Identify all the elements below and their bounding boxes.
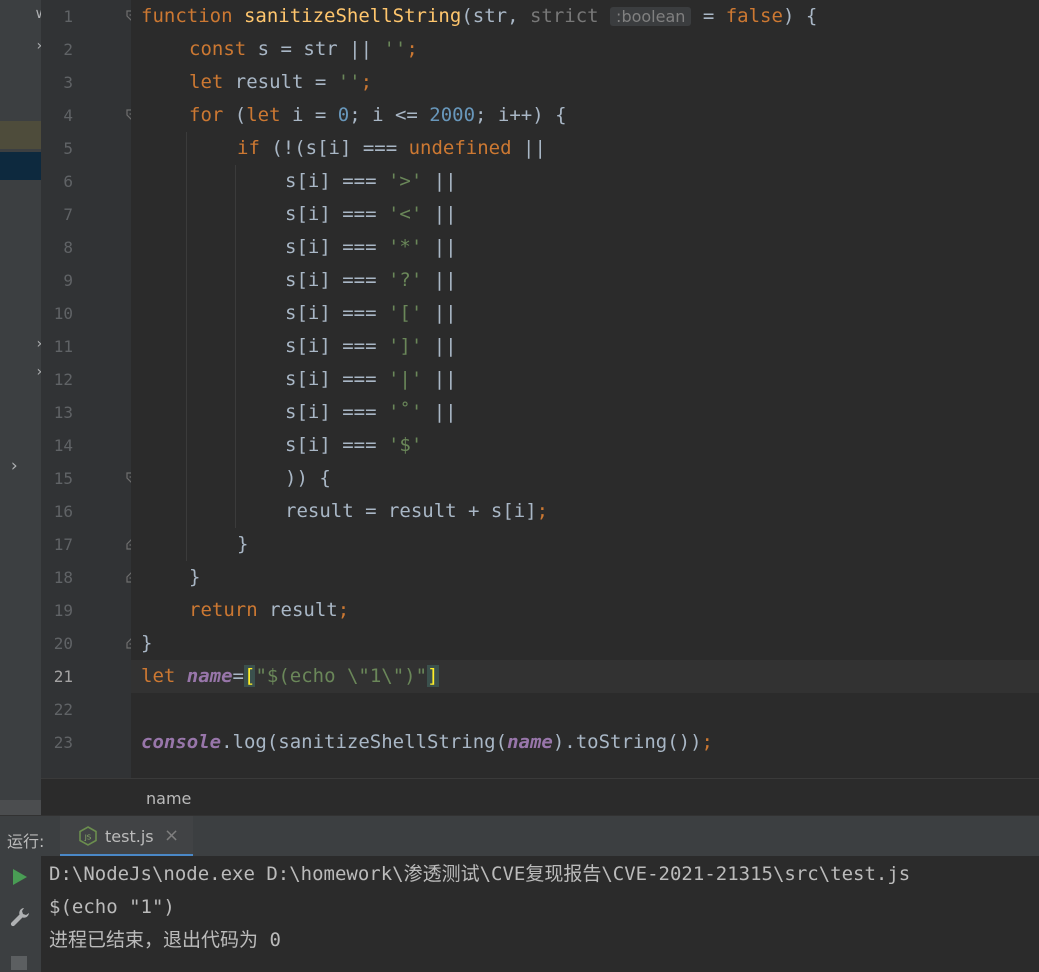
run-play-icon[interactable] (11, 867, 29, 891)
breadcrumb-bar: name (41, 778, 1039, 816)
nodejs-icon: JS (78, 826, 98, 850)
line-number: 5 (63, 139, 73, 158)
run-toolbar (0, 856, 41, 972)
bracket-match: [ (244, 665, 256, 687)
code-line-14: s[i] === '$' (285, 434, 423, 456)
code-line-12: s[i] === '|' || (285, 368, 457, 390)
code-line-20: } (141, 632, 153, 654)
code-line-17: } (237, 533, 249, 555)
code-line-15: )) { (285, 467, 331, 489)
line-number: 15 (53, 469, 73, 488)
code-line-10: s[i] === '[' || (285, 302, 457, 324)
expand-icon[interactable]: › (9, 456, 19, 476)
stop-icon[interactable] (11, 956, 27, 970)
project-tool-strip: ∨ › › › › (0, 0, 43, 815)
code-line-4: for (let i = 0; i <= 2000; i++) { (189, 104, 567, 126)
tab-test-js[interactable]: JS test.js × (60, 816, 193, 857)
code-line-13: s[i] === '˚' || (285, 401, 457, 423)
line-number: 20 (53, 634, 73, 653)
code-line-11: s[i] === ']' || (285, 335, 457, 357)
line-number: 9 (63, 271, 73, 290)
horizontal-scrollbar[interactable] (0, 800, 41, 815)
code-line-18: } (189, 566, 201, 588)
tree-selection (0, 152, 41, 180)
code-line-5: if (!(s[i] === undefined || (237, 137, 546, 159)
svg-text:JS: JS (84, 834, 92, 842)
type-hint: :boolean (610, 7, 692, 26)
code-line-21: let name=["$(echo \"1\")"] (141, 665, 439, 687)
code-line-7: s[i] === '<' || (285, 203, 457, 225)
editor-gutter: 1 2 3 4 5 6 7 8 9 10 11 12 13 14 15 16 17 18 19 20 21 22 23 (41, 0, 138, 778)
console-line: $(echo "1") (49, 896, 175, 918)
code-line-8: s[i] === '*' || (285, 236, 457, 258)
bracket-match: ] (427, 665, 439, 687)
line-number: 12 (53, 370, 73, 389)
code-line-9: s[i] === '?' || (285, 269, 457, 291)
line-number: 23 (53, 733, 73, 752)
line-number: 7 (63, 205, 73, 224)
console-line: 进程已结束，退出代码为 0 (49, 929, 281, 951)
breadcrumb-item[interactable]: name (146, 789, 191, 808)
line-number: 6 (63, 172, 73, 191)
console-output[interactable]: D:\NodeJs\node.exe D:\homework\渗透测试\CVE复… (41, 856, 1039, 972)
line-number: 8 (63, 238, 73, 257)
run-label: 运行: (7, 832, 45, 851)
code-line-6: s[i] === '>' || (285, 170, 457, 192)
run-tool-header: 运行: JS test.js × (0, 815, 1039, 857)
line-number: 22 (53, 700, 73, 719)
console-line: D:\NodeJs\node.exe D:\homework\渗透测试\CVE复… (49, 863, 911, 885)
line-number: 16 (53, 502, 73, 521)
code-line-1: function sanitizeShellString(str, strict… (141, 5, 818, 27)
code-line-23: console.log(sanitizeShellString(name).to… (141, 731, 713, 753)
code-line-2: const s = str || ''; (189, 38, 418, 60)
line-number: 1 (63, 7, 73, 26)
line-number: 18 (53, 568, 73, 587)
line-number: 4 (63, 106, 73, 125)
line-number: 21 (53, 667, 73, 686)
code-editor[interactable]: function sanitizeShellString(str, strict… (131, 0, 1039, 778)
line-number: 11 (53, 337, 73, 356)
line-number: 14 (53, 436, 73, 455)
code-line-19: return result; (189, 599, 350, 621)
line-number: 13 (53, 403, 73, 422)
line-number: 17 (53, 535, 73, 554)
line-number: 2 (63, 40, 73, 59)
line-number: 10 (53, 304, 73, 323)
line-number: 19 (53, 601, 73, 620)
close-icon[interactable]: × (164, 825, 179, 846)
line-number: 3 (63, 73, 73, 92)
tab-label: test.js (105, 827, 154, 846)
code-line-3: let result = ''; (189, 71, 373, 93)
wrench-icon[interactable] (9, 906, 31, 932)
code-line-16: result = result + s[i]; (285, 500, 549, 522)
tree-highlight (0, 121, 41, 149)
